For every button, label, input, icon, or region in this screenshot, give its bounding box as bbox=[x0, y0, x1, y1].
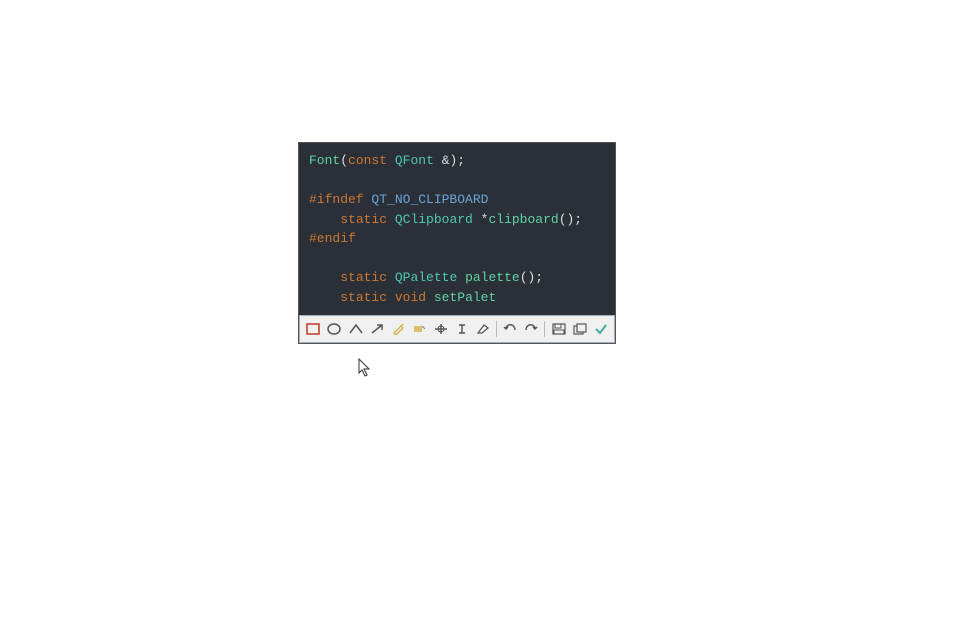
text-tool-button[interactable] bbox=[452, 318, 472, 340]
confirm-button[interactable] bbox=[591, 318, 611, 340]
checkmark-icon bbox=[594, 323, 608, 335]
code-line-5: #endif bbox=[309, 229, 605, 249]
code-panel: Font(const QFont &); #ifndef QT_NO_CLIPB… bbox=[298, 142, 616, 344]
toolbar-separator-2 bbox=[544, 321, 545, 337]
highlight-tool-button[interactable] bbox=[409, 318, 429, 340]
save-icon bbox=[552, 323, 566, 335]
code-line-7: static QPalette palette(); bbox=[309, 268, 605, 288]
polyline-tool-button[interactable] bbox=[345, 318, 365, 340]
annotation-toolbar bbox=[299, 315, 615, 343]
copy-icon bbox=[573, 323, 587, 335]
code-line-2 bbox=[309, 171, 605, 191]
rect-icon bbox=[306, 323, 320, 335]
crosshair-tool-button[interactable] bbox=[430, 318, 450, 340]
code-content: Font(const QFont &); #ifndef QT_NO_CLIPB… bbox=[299, 143, 615, 315]
code-line-3: #ifndef QT_NO_CLIPBOARD bbox=[309, 190, 605, 210]
ellipse-icon bbox=[327, 323, 341, 335]
undo-icon bbox=[503, 323, 517, 335]
redo-icon bbox=[524, 323, 538, 335]
arrow-tool-button[interactable] bbox=[367, 318, 387, 340]
code-line-8: static void setPalet bbox=[309, 288, 605, 308]
copy-button[interactable] bbox=[570, 318, 590, 340]
toolbar-separator-1 bbox=[496, 321, 497, 337]
rect-tool-button[interactable] bbox=[303, 318, 323, 340]
code-line-4: static QClipboard *clipboard(); bbox=[309, 210, 605, 230]
eraser-icon bbox=[476, 323, 490, 335]
ellipse-tool-button[interactable] bbox=[324, 318, 344, 340]
polyline-icon bbox=[349, 323, 363, 335]
pen-icon bbox=[391, 323, 405, 335]
highlight-icon bbox=[412, 323, 426, 335]
arrow-icon bbox=[370, 323, 384, 335]
mouse-cursor bbox=[358, 358, 372, 378]
code-line-1: Font(const QFont &); bbox=[309, 151, 605, 171]
crosshair-icon bbox=[434, 323, 448, 335]
redo-button[interactable] bbox=[521, 318, 541, 340]
pen-tool-button[interactable] bbox=[388, 318, 408, 340]
undo-button[interactable] bbox=[500, 318, 520, 340]
save-button[interactable] bbox=[548, 318, 568, 340]
code-line-6 bbox=[309, 249, 605, 269]
text-cursor-icon bbox=[455, 323, 469, 335]
erase-tool-button[interactable] bbox=[473, 318, 493, 340]
